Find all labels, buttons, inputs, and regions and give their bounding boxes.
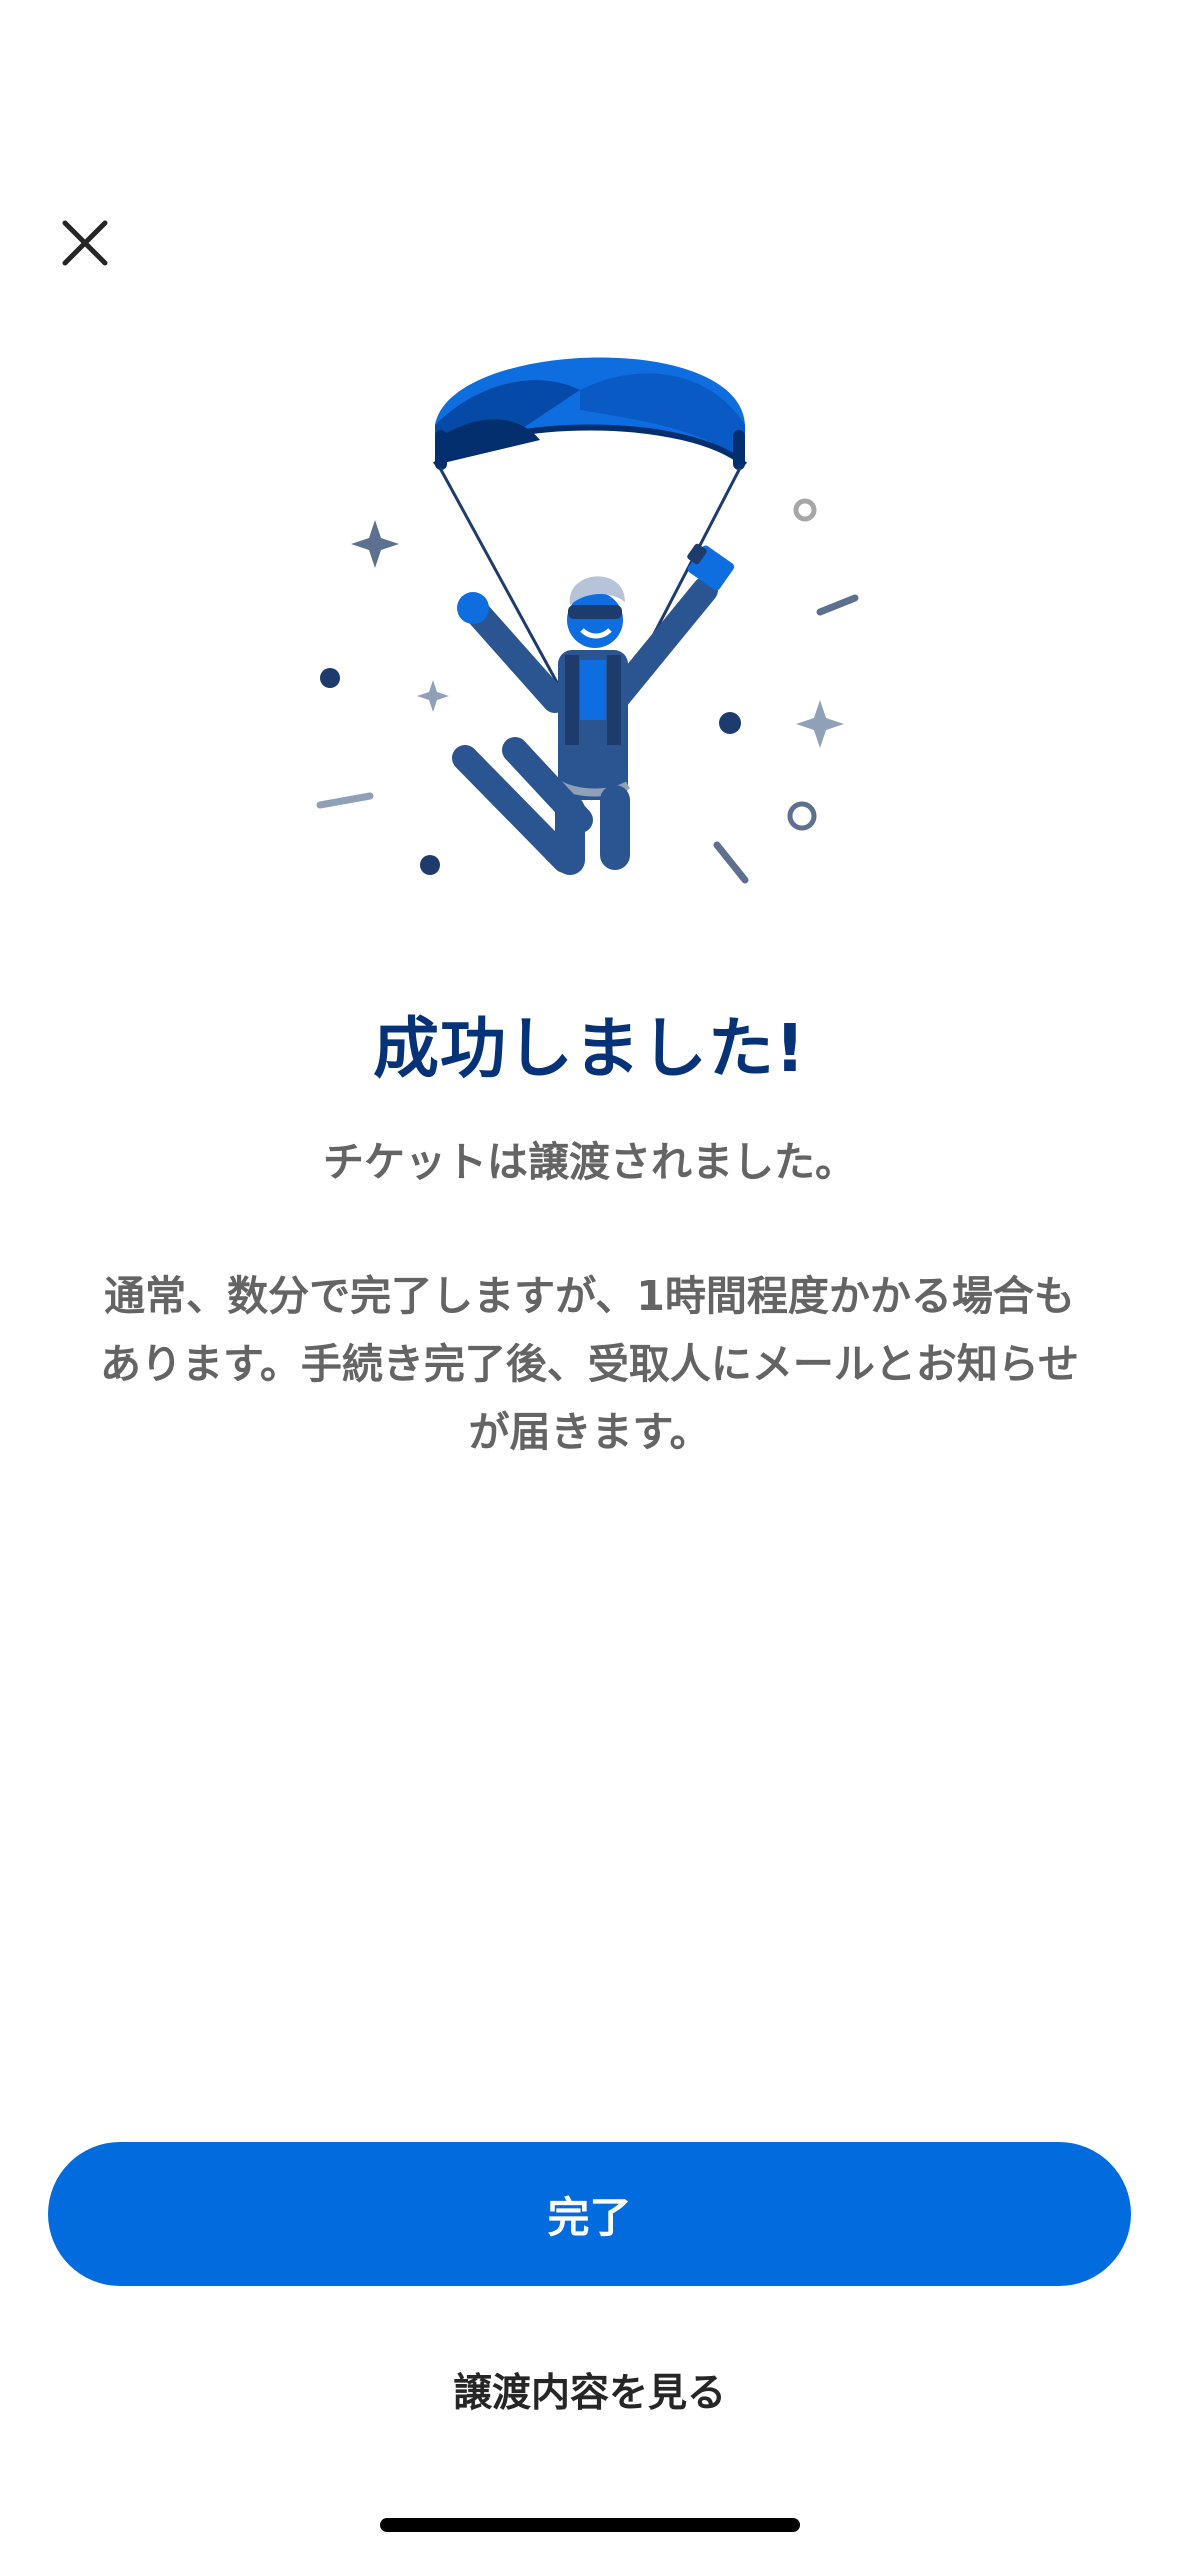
home-indicator xyxy=(380,2518,800,2532)
close-icon xyxy=(62,220,108,266)
done-button[interactable]: 完了 xyxy=(48,2142,1131,2286)
view-transfer-details-link[interactable]: 譲渡内容を見る xyxy=(0,2350,1179,2430)
transfer-info-text: 通常、数分で完了しますが、1時間程度かかる場合も あります。手続き完了後、受取人… xyxy=(40,1262,1139,1466)
transfer-info-line: が届きます。 xyxy=(468,1408,711,1456)
success-title: 成功しました! xyxy=(372,1010,807,1087)
transfer-complete-message: チケットは譲渡されました。 xyxy=(323,1138,856,1186)
transfer-info-line: 通常、数分で完了しますが、1時間程度かかる場合も xyxy=(104,1272,1075,1320)
transfer-info-line: あります。手続き完了後、受取人にメールとお知らせ xyxy=(99,1340,1080,1388)
close-button[interactable] xyxy=(52,210,118,276)
parachute-success-illustration xyxy=(316,357,859,884)
success-screen: 成功しました! チケットは譲渡されました。 通常、数分で完了しますが、1時間程度… xyxy=(0,0,1179,2556)
